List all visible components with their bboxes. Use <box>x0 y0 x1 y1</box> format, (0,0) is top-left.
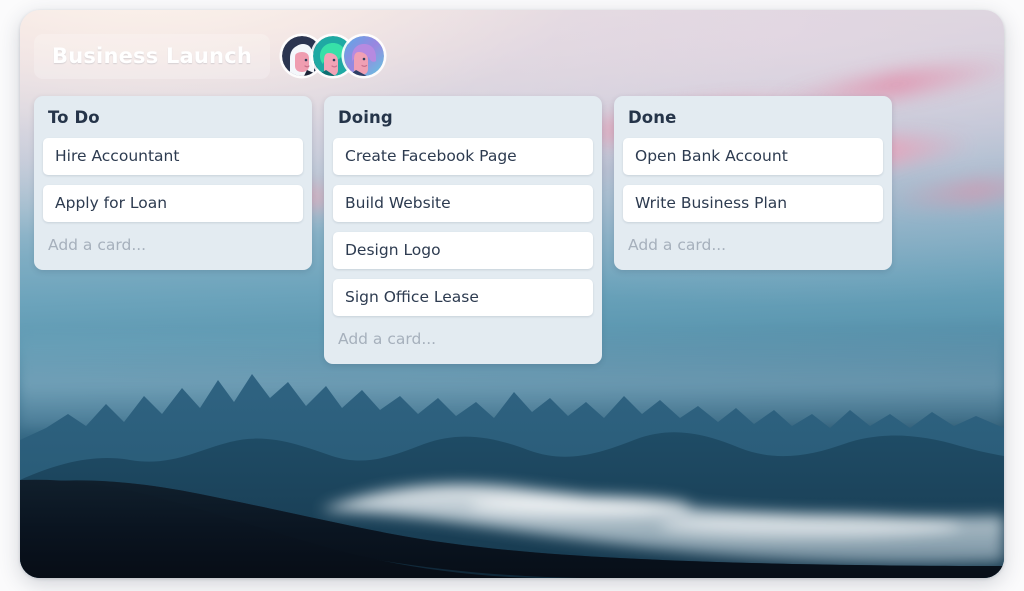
card[interactable]: Build Website <box>333 185 593 222</box>
list-doing: Doing Create Facebook Page Build Website… <box>324 96 602 364</box>
card[interactable]: Apply for Loan <box>43 185 303 222</box>
board-header: Business Launch <box>34 32 385 80</box>
list-to-do: To Do Hire Accountant Apply for Loan Add… <box>34 96 312 270</box>
list-title[interactable]: Doing <box>333 105 593 138</box>
add-card-button[interactable]: Add a card... <box>43 232 303 268</box>
card[interactable]: Sign Office Lease <box>333 279 593 316</box>
kanban-board: Business Launch To Do Hire Accountant Ap… <box>20 10 1004 578</box>
list-title[interactable]: Done <box>623 105 883 138</box>
add-card-button[interactable]: Add a card... <box>333 326 593 362</box>
board-title[interactable]: Business Launch <box>34 33 271 79</box>
card[interactable]: Hire Accountant <box>43 138 303 175</box>
card[interactable]: Design Logo <box>333 232 593 269</box>
list-title[interactable]: To Do <box>43 105 303 138</box>
add-card-button[interactable]: Add a card... <box>623 232 883 268</box>
card[interactable]: Write Business Plan <box>623 185 883 222</box>
member-avatar-3[interactable] <box>344 36 385 76</box>
board-members <box>282 36 385 76</box>
board-lists: To Do Hire Accountant Apply for Loan Add… <box>34 96 892 364</box>
list-done: Done Open Bank Account Write Business Pl… <box>614 96 892 270</box>
card[interactable]: Create Facebook Page <box>333 138 593 175</box>
card[interactable]: Open Bank Account <box>623 138 883 175</box>
